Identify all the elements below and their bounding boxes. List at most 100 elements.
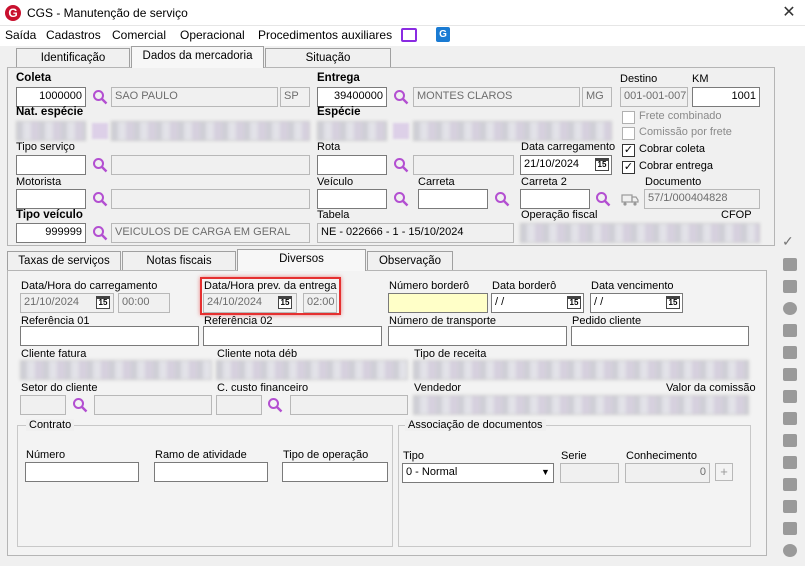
calendar-icon[interactable]: 15 — [96, 296, 110, 309]
search-icon[interactable] — [92, 123, 108, 139]
g-app-icon[interactable]: G — [436, 27, 450, 42]
truck-icon[interactable] — [621, 191, 639, 207]
especie-desc — [413, 121, 612, 141]
calendar-icon[interactable]: 15 — [666, 296, 680, 309]
cliente-fatura-input[interactable] — [20, 360, 212, 380]
data-hora-prev-label: Data/Hora prev. da entrega — [204, 280, 337, 292]
setor-cliente-input — [20, 395, 66, 415]
toolbar-icon-4[interactable] — [783, 324, 797, 337]
tab-notas-fiscais[interactable]: Notas fiscais — [122, 251, 236, 271]
entrega-city: MONTES CLAROS — [413, 87, 580, 107]
km-input[interactable]: 1001 — [692, 87, 760, 107]
toolbar-icon-10[interactable] — [783, 456, 797, 469]
referencia02-input[interactable] — [203, 326, 382, 346]
rota-input[interactable] — [317, 155, 387, 175]
tab-diversos[interactable]: Diversos — [237, 249, 366, 271]
search-icon[interactable] — [72, 397, 88, 413]
motorista-input[interactable] — [16, 189, 86, 209]
carreta-input[interactable] — [418, 189, 488, 209]
data-bordero-label: Data borderô — [492, 280, 557, 292]
especie-label: Espécie — [317, 106, 361, 118]
numero-transporte-input[interactable] — [388, 326, 567, 346]
toolbar-icon-7[interactable] — [783, 390, 797, 403]
calendar-icon[interactable]: 15 — [567, 296, 581, 309]
confirm-icon[interactable]: ✓ — [782, 234, 796, 248]
destino-label: Destino — [620, 73, 658, 85]
toolbar-icon-9[interactable] — [783, 434, 797, 447]
tab-dados-mercadoria[interactable]: Dados da mercadoria — [131, 46, 264, 68]
menu-comercial[interactable]: Comercial — [112, 28, 166, 42]
search-icon[interactable] — [92, 225, 108, 241]
comissao-frete-checkbox[interactable] — [622, 127, 635, 140]
search-icon[interactable] — [595, 191, 611, 207]
tab-taxas-servicos[interactable]: Taxas de serviços — [7, 251, 121, 271]
monitor-icon[interactable] — [401, 28, 417, 42]
data-vencimento-label: Data vencimento — [591, 280, 674, 292]
toolbar-icon-5[interactable] — [783, 346, 797, 359]
toolbar-icon-8[interactable] — [783, 412, 797, 425]
toolbar-icon-13[interactable] — [783, 522, 797, 535]
calendar-icon[interactable]: 15 — [278, 296, 292, 309]
toolbar-icon-11[interactable] — [783, 478, 797, 491]
search-icon[interactable] — [92, 89, 108, 105]
search-icon[interactable] — [393, 123, 409, 139]
especie-input[interactable] — [317, 121, 387, 141]
comissao-frete-label: Comissão por frete — [639, 126, 732, 138]
cliente-nota-deb-input[interactable] — [216, 360, 408, 380]
entrega-input[interactable]: 39400000 — [317, 87, 387, 107]
search-icon[interactable] — [393, 157, 409, 173]
tipo-select[interactable]: 0 - Normal — [402, 463, 554, 483]
ramo-atividade-input[interactable] — [154, 462, 268, 482]
toolbar-icon-12[interactable] — [783, 500, 797, 513]
tipo-veiculo-desc: VEICULOS DE CARGA EM GERAL — [111, 223, 310, 243]
cliente-fatura-label: Cliente fatura — [21, 348, 87, 360]
nat-especie-input[interactable] — [16, 121, 86, 141]
tab-identificacao[interactable]: Identificação — [16, 48, 130, 68]
toolbar-icon-6[interactable] — [783, 368, 797, 381]
tipo-operacao-input[interactable] — [282, 462, 388, 482]
toolbar-icon-2[interactable] — [783, 280, 797, 293]
menu-cadastros[interactable]: Cadastros — [46, 28, 101, 42]
custo-financeiro-desc — [290, 395, 408, 415]
add-document-button[interactable]: + — [715, 463, 733, 481]
pedido-cliente-input[interactable] — [571, 326, 749, 346]
chevron-down-icon[interactable]: ▼ — [541, 467, 550, 477]
tab-situacao[interactable]: Situação — [265, 48, 391, 68]
vendedor-input[interactable] — [413, 395, 749, 415]
search-icon[interactable] — [393, 89, 409, 105]
tipo-veiculo-input[interactable]: 999999 — [16, 223, 86, 243]
toolbar-icon-14[interactable] — [783, 544, 797, 557]
tipo-servico-input[interactable] — [16, 155, 86, 175]
numero-bordero-input[interactable] — [388, 293, 488, 313]
numero-input[interactable] — [25, 462, 139, 482]
coleta-input[interactable]: 1000000 — [16, 87, 86, 107]
cfop-label: CFOP — [721, 209, 752, 221]
coleta-uf: SP — [280, 87, 310, 107]
toolbar-icon-3[interactable] — [783, 302, 797, 315]
search-icon[interactable] — [267, 397, 283, 413]
tipo-receita-input[interactable] — [413, 360, 749, 380]
carreta2-input[interactable] — [520, 189, 590, 209]
frete-combinado-checkbox[interactable] — [622, 111, 635, 124]
hora-prev-field: 02:00 — [303, 293, 337, 313]
cobrar-entrega-checkbox[interactable]: ✓ — [622, 161, 635, 174]
search-icon[interactable] — [494, 191, 510, 207]
vendedor-label: Vendedor — [414, 382, 462, 394]
entrega-uf: MG — [582, 87, 612, 107]
tabela-input: NE - 022666 - 1 - 15/10/2024 — [317, 223, 514, 243]
calendar-icon[interactable]: 15 — [595, 158, 609, 171]
menu-procedimentos[interactable]: Procedimentos auxiliares — [258, 28, 392, 42]
tab-observacao[interactable]: Observação — [367, 251, 453, 271]
menu-operacional[interactable]: Operacional — [180, 28, 245, 42]
rota-label: Rota — [317, 141, 341, 153]
menu-saida[interactable]: Saída — [5, 28, 36, 42]
close-icon[interactable]: ✕ — [778, 3, 800, 23]
search-icon[interactable] — [393, 191, 409, 207]
toolbar-icon-1[interactable] — [783, 258, 797, 271]
cobrar-coleta-checkbox[interactable]: ✓ — [622, 144, 635, 157]
search-icon[interactable] — [92, 157, 108, 173]
referencia01-input[interactable] — [20, 326, 199, 346]
tipo-label: Tipo — [403, 450, 424, 462]
veiculo-input[interactable] — [317, 189, 387, 209]
search-icon[interactable] — [92, 191, 108, 207]
